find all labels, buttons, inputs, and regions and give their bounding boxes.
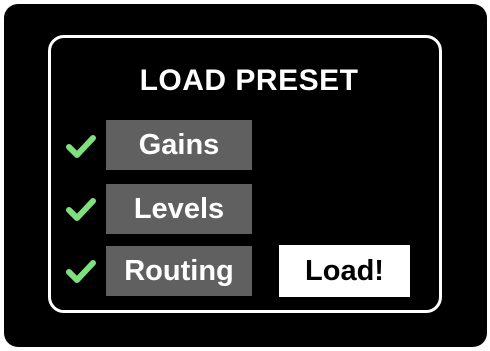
checkmark-icon[interactable] xyxy=(66,197,96,223)
checkmark-icon[interactable] xyxy=(66,134,96,160)
option-gains[interactable]: Gains xyxy=(106,120,252,170)
option-levels[interactable]: Levels xyxy=(106,184,252,234)
dialog-title: LOAD PRESET xyxy=(139,64,359,97)
load-button[interactable]: Load! xyxy=(279,245,410,297)
option-routing[interactable]: Routing xyxy=(106,246,252,296)
checkmark-icon[interactable] xyxy=(66,259,96,285)
